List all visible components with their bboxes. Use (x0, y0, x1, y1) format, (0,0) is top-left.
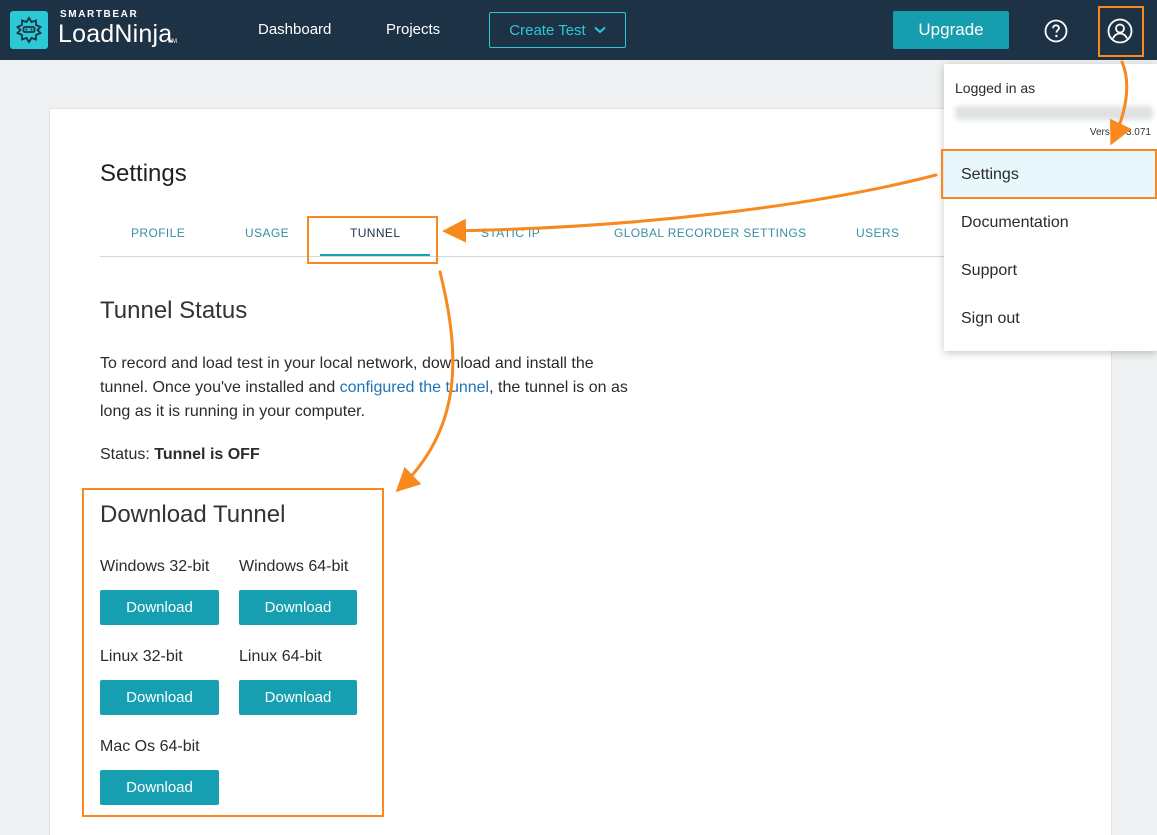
annotation-arrows (395, 60, 1132, 493)
